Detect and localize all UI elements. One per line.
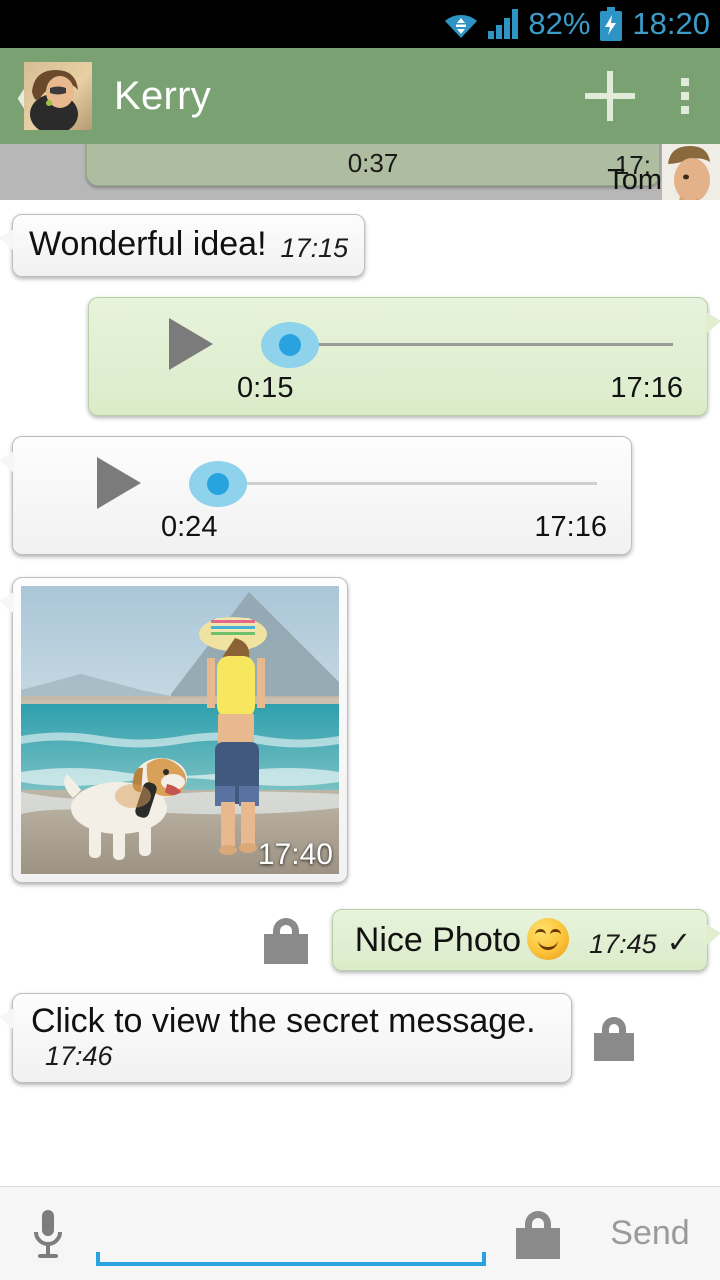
audio-duration: 0:24: [161, 511, 218, 544]
smiling-face-emoji: [527, 918, 570, 961]
message-row[interactable]: 0:24 17:16: [0, 436, 720, 556]
message-text: Click to view the secret message.: [31, 1002, 536, 1041]
play-icon[interactable]: [169, 318, 213, 371]
sender-avatar: [662, 144, 720, 200]
message-row[interactable]: Click to view the secret message. 17:46: [0, 993, 720, 1084]
slider-thumb-dot: [207, 473, 229, 496]
message-row[interactable]: Nice Photo 17:45 ✓: [0, 909, 720, 972]
message-text: Nice Photo: [354, 921, 522, 959]
audio-duration: 0:37: [347, 148, 399, 178]
message-list[interactable]: 0:37 17: Tom Wonderful idea! 17:15 0:15 …: [0, 144, 720, 1186]
bubble-tail: [0, 592, 14, 615]
bubble-tail: [706, 312, 720, 335]
message-input-bar: Send: [0, 1186, 720, 1280]
bubble-tail: [706, 924, 720, 947]
message-time: 17:16: [534, 511, 607, 544]
audio-message-bubble[interactable]: 0:37 17:: [86, 144, 660, 186]
message-time: 17:46: [45, 1041, 113, 1072]
slider-track: [219, 482, 597, 486]
menu-dot: [681, 92, 689, 100]
photo-message-bubble[interactable]: 17:40: [0, 577, 348, 884]
message-time: 17:45: [589, 929, 657, 960]
bubble-tail: [0, 229, 14, 251]
audio-message-bubble[interactable]: 0:24 17:16: [0, 436, 632, 556]
text-message-bubble[interactable]: Wonderful idea! 17:15: [0, 214, 366, 278]
page-title: Kerry: [114, 73, 212, 118]
header-actions: [570, 48, 720, 144]
bubble-tail: [0, 451, 14, 474]
play-icon[interactable]: [97, 457, 141, 510]
wifi-icon: [444, 9, 478, 39]
input-underline: [96, 1251, 486, 1266]
audio-message-bubble[interactable]: 0:15 17:16: [88, 297, 720, 417]
overflow-menu-icon[interactable]: [650, 48, 720, 144]
chat-screen: 82% 18:20 ❮: [0, 0, 720, 1280]
message-row[interactable]: 0:15 17:16: [0, 297, 720, 417]
microphone-icon[interactable]: [0, 1208, 96, 1260]
audio-progress-slider[interactable]: [261, 314, 673, 374]
slider-track: [291, 343, 673, 347]
lock-icon[interactable]: [263, 916, 308, 965]
partial-message-row[interactable]: 0:37 17: Tom: [0, 144, 720, 200]
battery-charging-icon: [599, 7, 623, 41]
text-message-bubble[interactable]: Nice Photo 17:45 ✓: [331, 909, 720, 972]
message-row[interactable]: Wonderful idea! 17:15: [0, 214, 720, 278]
bubble-tail: [0, 1008, 14, 1031]
audio-progress-slider[interactable]: [189, 453, 597, 513]
menu-dot: [681, 78, 689, 86]
encryption-lock-button[interactable]: [496, 1209, 580, 1259]
message-row[interactable]: 17:40: [0, 577, 720, 884]
message-time: 17:15: [280, 233, 349, 264]
status-clock: 18:20: [632, 6, 710, 41]
battery-percent: 82%: [528, 6, 591, 41]
sender-name: Tom: [607, 164, 662, 196]
signal-bars-icon: [487, 9, 519, 39]
message-input[interactable]: [96, 1216, 486, 1251]
plus-icon[interactable]: [570, 48, 650, 144]
audio-duration: 0:15: [237, 372, 294, 405]
message-time: 17:40: [257, 838, 333, 872]
slider-thumb-dot: [279, 334, 301, 357]
read-receipt-tick: ✓: [666, 927, 691, 960]
menu-dot: [681, 106, 689, 114]
app-header: ❮ Kerry: [0, 48, 720, 144]
photo-thumbnail[interactable]: 17:40: [21, 586, 339, 875]
message-input-field[interactable]: [96, 1198, 486, 1270]
message-time: 17:16: [610, 372, 683, 405]
lock-icon[interactable]: [594, 1015, 634, 1062]
status-bar: 82% 18:20: [0, 0, 720, 48]
secret-message-bubble[interactable]: Click to view the secret message. 17:46: [0, 993, 572, 1084]
send-button[interactable]: Send: [580, 1214, 720, 1253]
contact-avatar[interactable]: [24, 62, 92, 130]
lock-icon[interactable]: [516, 1209, 560, 1259]
message-text: Wonderful idea!: [29, 225, 267, 263]
